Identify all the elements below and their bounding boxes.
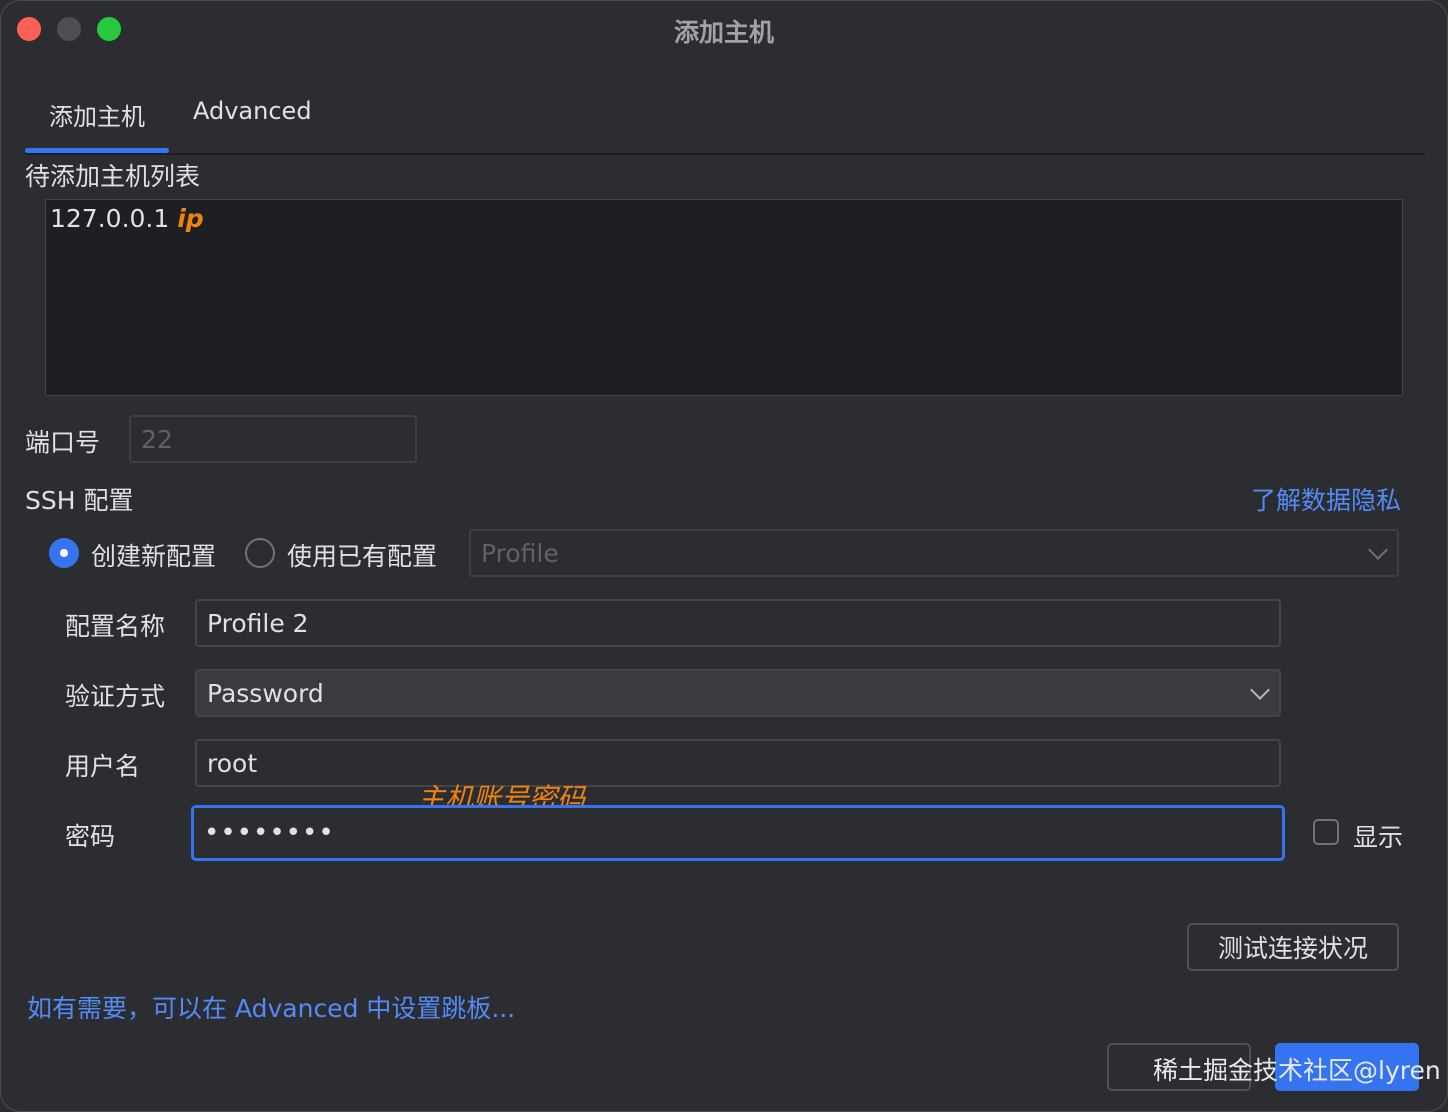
host-ip: 127.0.0.1 <box>50 204 170 233</box>
add-host-dialog: 添加主机 添加主机 Advanced 待添加主机列表 127.0.0.1 ip … <box>0 0 1448 1112</box>
title-bar: 添加主机 <box>1 1 1447 57</box>
privacy-link[interactable]: 了解数据隐私 <box>1251 481 1401 517</box>
config-name-input[interactable]: Profile 2 <box>195 599 1281 647</box>
tab-advanced[interactable]: Advanced <box>193 97 312 125</box>
port-label: 端口号 <box>25 428 101 457</box>
profile-select-value: Profile <box>481 538 559 568</box>
use-existing-config-label[interactable]: 使用已有配置 <box>287 537 437 573</box>
username-input[interactable]: root <box>195 739 1281 787</box>
show-password-checkbox[interactable] <box>1313 819 1339 845</box>
password-value: •••••••• <box>204 818 335 848</box>
create-new-config-label[interactable]: 创建新配置 <box>91 537 216 573</box>
host-list-textarea[interactable]: 127.0.0.1 ip <box>45 199 1403 396</box>
host-list-item: 127.0.0.1 ip <box>50 204 204 233</box>
chevron-down-icon <box>1368 540 1388 560</box>
username-label: 用户名 <box>65 752 141 781</box>
password-input[interactable]: •••••••• <box>191 805 1285 861</box>
password-label: 密码 <box>65 822 116 851</box>
config-name-value: Profile 2 <box>207 608 309 638</box>
auth-method-select[interactable]: Password <box>195 669 1281 717</box>
use-existing-config-radio[interactable] <box>245 538 275 568</box>
auth-method-value: Password <box>207 678 324 708</box>
ip-annotation: ip <box>177 204 204 233</box>
create-new-config-radio[interactable] <box>49 538 79 568</box>
auth-method-label: 验证方式 <box>65 682 166 711</box>
config-name-label: 配置名称 <box>65 612 166 641</box>
watermark: 稀土掘金技术社区@lyren <box>1153 1056 1441 1085</box>
test-connection-button[interactable]: 测试连接状况 <box>1187 923 1399 971</box>
ssh-config-label: SSH 配置 <box>25 486 134 515</box>
advanced-jump-link[interactable]: 如有需要，可以在 Advanced 中设置跳板... <box>27 989 515 1025</box>
chevron-down-icon <box>1250 680 1270 700</box>
show-password-label[interactable]: 显示 <box>1353 818 1403 854</box>
window-title: 添加主机 <box>673 18 774 47</box>
port-input[interactable]: 22 <box>129 415 417 463</box>
tab-add-host[interactable]: 添加主机 <box>49 97 145 132</box>
username-value: root <box>207 748 258 778</box>
profile-select[interactable]: Profile <box>469 529 1399 577</box>
port-value: 22 <box>141 424 173 454</box>
tab-divider <box>25 153 1425 155</box>
host-list-label: 待添加主机列表 <box>25 162 201 191</box>
